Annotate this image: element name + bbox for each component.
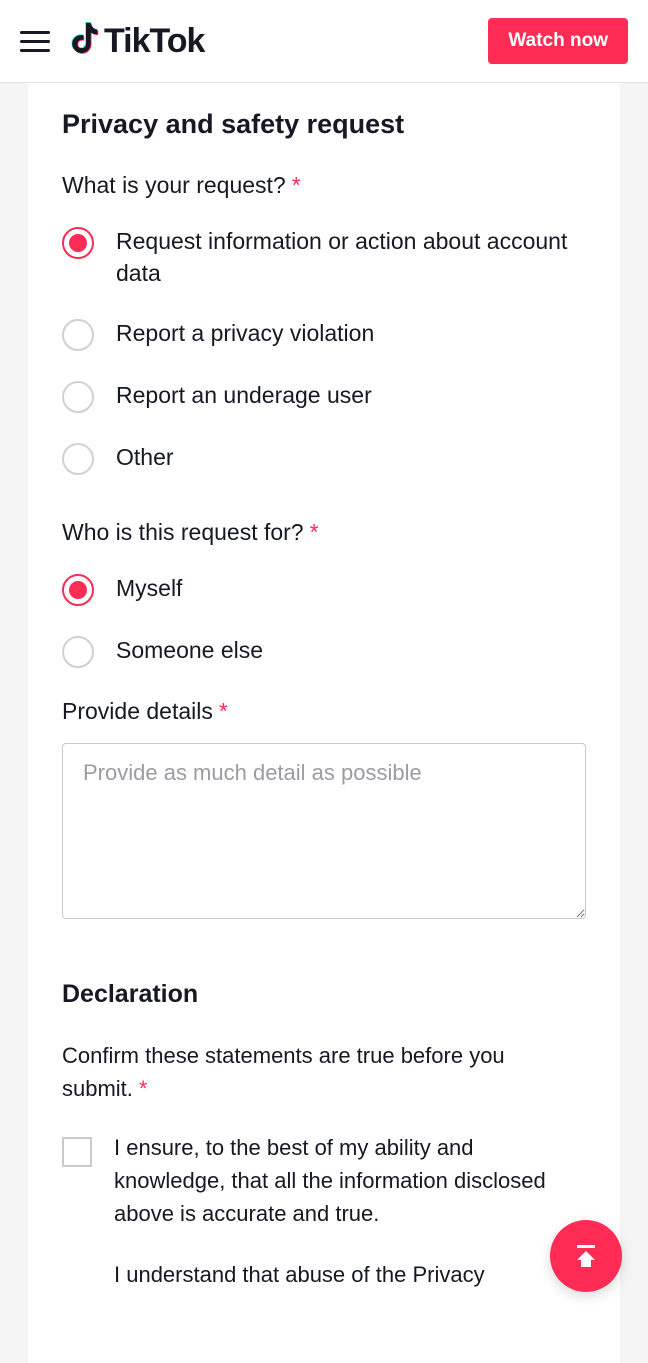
menu-icon[interactable] (20, 31, 50, 52)
radio-label: Request information or action about acco… (116, 225, 586, 289)
required-asterisk: * (139, 1076, 148, 1101)
declaration-intro: Confirm these statements are true before… (62, 1039, 586, 1105)
watch-now-button[interactable]: Watch now (488, 18, 628, 64)
radio-option-myself[interactable]: Myself (62, 572, 586, 606)
radio-label: Other (116, 441, 174, 473)
request-for-group: Myself Someone else (62, 572, 586, 668)
question-request-for: Who is this request for?* (62, 519, 586, 546)
form-content: Privacy and safety request What is your … (28, 83, 620, 1363)
tiktok-logo[interactable]: TikTok (66, 22, 204, 61)
arrow-up-icon (571, 1241, 601, 1271)
declaration-title: Declaration (62, 980, 586, 1009)
radio-option-someone-else[interactable]: Someone else (62, 634, 586, 668)
checkbox-label: I ensure, to the best of my ability and … (114, 1131, 586, 1230)
radio-label: Report a privacy violation (116, 317, 374, 349)
required-asterisk: * (292, 172, 301, 198)
radio-input[interactable] (62, 443, 94, 475)
radio-label: Report an underage user (116, 379, 372, 411)
checkbox-input[interactable] (62, 1137, 92, 1167)
declaration-item-accurate: I ensure, to the best of my ability and … (62, 1131, 586, 1230)
question-request-type: What is your request?* (62, 172, 586, 199)
radio-option-underage[interactable]: Report an underage user (62, 379, 586, 413)
header-left: TikTok (20, 22, 204, 61)
required-asterisk: * (310, 519, 319, 545)
radio-input[interactable] (62, 381, 94, 413)
tiktok-note-icon (66, 22, 100, 60)
details-label: Provide details* (62, 698, 586, 725)
request-type-group: Request information or action about acco… (62, 225, 586, 475)
app-header: TikTok Watch now (0, 0, 648, 83)
declaration-item-abuse: I understand that abuse of the Privacy (114, 1258, 586, 1291)
radio-input[interactable] (62, 319, 94, 351)
radio-input[interactable] (62, 574, 94, 606)
radio-label: Myself (116, 572, 182, 604)
radio-input[interactable] (62, 227, 94, 259)
radio-option-privacy-violation[interactable]: Report a privacy violation (62, 317, 586, 351)
brand-name: TikTok (104, 22, 204, 61)
scroll-to-top-button[interactable] (550, 1220, 622, 1292)
radio-option-account-data[interactable]: Request information or action about acco… (62, 225, 586, 289)
section-title: Privacy and safety request (62, 109, 586, 140)
details-textarea[interactable] (62, 743, 586, 919)
radio-input[interactable] (62, 636, 94, 668)
radio-option-other[interactable]: Other (62, 441, 586, 475)
required-asterisk: * (219, 698, 228, 724)
radio-label: Someone else (116, 634, 263, 666)
